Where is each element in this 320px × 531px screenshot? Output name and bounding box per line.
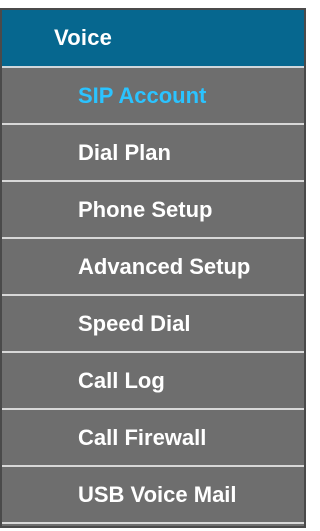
menu-item-label: SIP Account [78, 82, 207, 108]
menu-item-label: Call Firewall [78, 424, 207, 450]
menu-item-call-firewall[interactable]: Call Firewall [2, 410, 304, 467]
menu-item-label: Call Log [78, 367, 165, 393]
menu-item-label: Phone Setup [78, 196, 213, 222]
menu-item-call-log[interactable]: Call Log [2, 353, 304, 410]
menu-header-label: Voice [54, 25, 113, 50]
menu-item-speed-dial[interactable]: Speed Dial [2, 296, 304, 353]
menu-item-usb-voice-mail[interactable]: USB Voice Mail [2, 467, 304, 524]
menu-item-label: USB Voice Mail [78, 481, 237, 507]
menu-item-phone-setup[interactable]: Phone Setup [2, 182, 304, 239]
menu-item-advanced-setup[interactable]: Advanced Setup [2, 239, 304, 296]
voice-menu: Voice SIP Account Dial Plan Phone Setup … [0, 8, 306, 528]
menu-item-label: Advanced Setup [78, 253, 251, 279]
menu-header-voice[interactable]: Voice [2, 10, 304, 68]
menu-item-label: Speed Dial [78, 310, 191, 336]
menu-item-list: SIP Account Dial Plan Phone Setup Advanc… [2, 68, 304, 524]
menu-item-sip-account[interactable]: SIP Account [2, 68, 304, 125]
menu-item-dial-plan[interactable]: Dial Plan [2, 125, 304, 182]
menu-item-label: Dial Plan [78, 139, 171, 165]
